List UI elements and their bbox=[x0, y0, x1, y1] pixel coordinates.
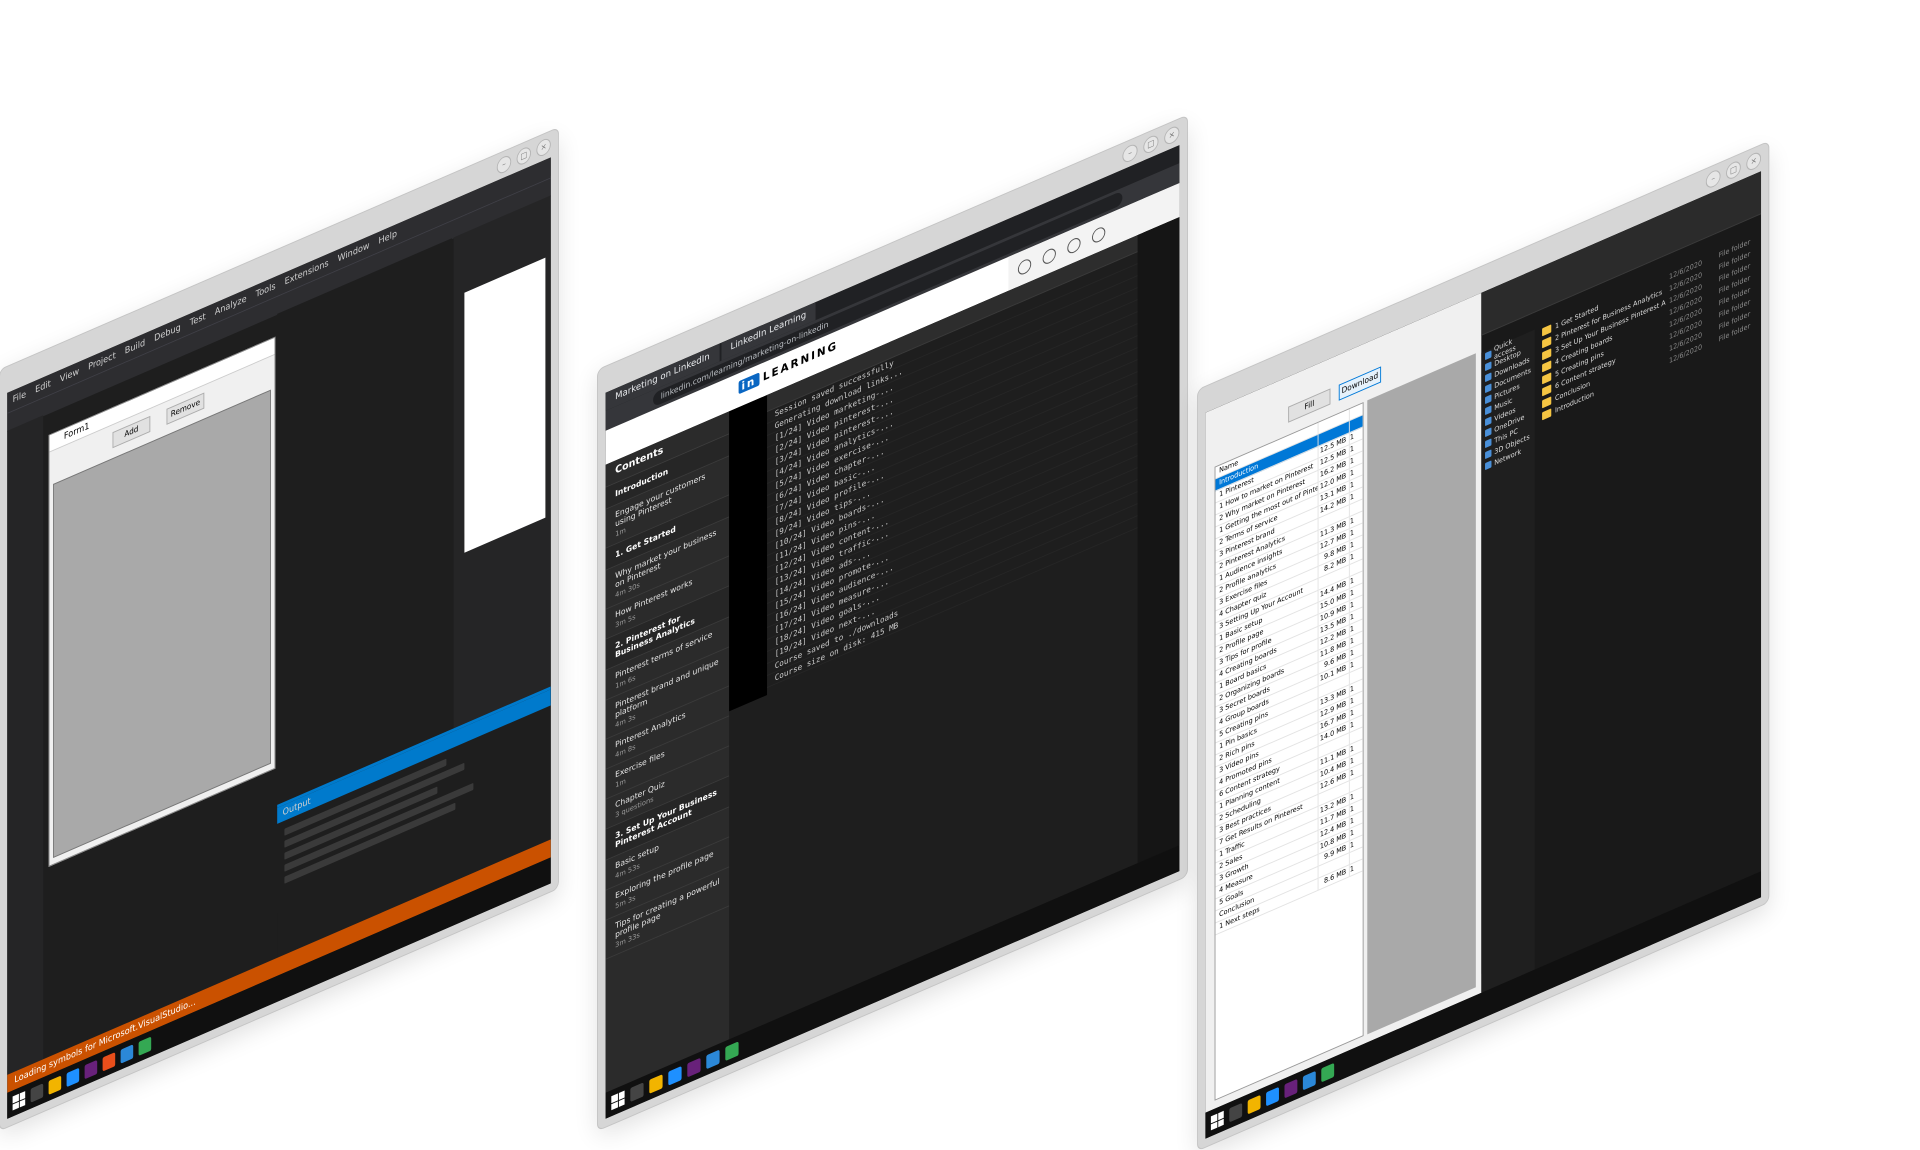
close-icon[interactable]: × bbox=[1164, 124, 1180, 147]
file-explorer-icon[interactable] bbox=[1247, 1094, 1261, 1115]
vscode-icon[interactable] bbox=[120, 1044, 134, 1064]
close-icon[interactable]: × bbox=[536, 136, 551, 159]
profile-icon[interactable] bbox=[1092, 225, 1106, 245]
settings-icon[interactable] bbox=[1067, 235, 1081, 256]
edge-icon[interactable] bbox=[66, 1067, 80, 1088]
search-icon[interactable] bbox=[1229, 1102, 1243, 1123]
visual-studio-icon[interactable] bbox=[1284, 1078, 1298, 1099]
side-panel bbox=[1137, 217, 1180, 864]
search-icon[interactable] bbox=[630, 1082, 644, 1103]
chrome-icon[interactable] bbox=[725, 1041, 739, 1062]
toolbox-panel bbox=[7, 415, 44, 1075]
library-icon[interactable] bbox=[1042, 246, 1056, 267]
vscode-icon[interactable] bbox=[1302, 1070, 1316, 1091]
preview-area bbox=[1367, 353, 1476, 1035]
form-canvas[interactable] bbox=[53, 389, 271, 858]
fill-button[interactable]: Fill bbox=[1288, 388, 1331, 423]
desktop-area: Fill Download Name Introduction 1 Pinteres… bbox=[1205, 171, 1762, 1139]
download-button[interactable]: Download bbox=[1338, 366, 1382, 401]
windows-start-icon[interactable] bbox=[611, 1090, 625, 1111]
windows-start-icon[interactable] bbox=[1210, 1110, 1224, 1131]
close-icon[interactable]: × bbox=[1746, 150, 1762, 173]
minimize-icon[interactable]: – bbox=[1122, 142, 1138, 165]
screen-browser: – □ × Marketing on LinkedIn LinkedIn Lea… bbox=[598, 115, 1187, 1131]
edge-icon[interactable] bbox=[1266, 1086, 1279, 1107]
windows-start-icon[interactable] bbox=[12, 1091, 26, 1111]
properties-panel bbox=[464, 257, 546, 553]
menu-item[interactable]: Edit bbox=[35, 379, 51, 396]
desktop-area: Marketing on LinkedIn LinkedIn Learning … bbox=[605, 145, 1180, 1119]
desktop-area: File Edit View Project Build Debug Test Analyze… bbox=[7, 157, 551, 1119]
visual-studio-icon[interactable] bbox=[84, 1059, 98, 1080]
course-contents-sidebar: Contents Introduction Engage your custome… bbox=[605, 411, 730, 1093]
vscode-icon[interactable] bbox=[706, 1049, 720, 1070]
logo-mark: in bbox=[738, 372, 760, 395]
folder-icon bbox=[1485, 460, 1492, 471]
form-title-text: Form1 bbox=[63, 421, 90, 443]
maximize-icon[interactable]: □ bbox=[1726, 159, 1741, 182]
menu-item[interactable]: File bbox=[13, 390, 27, 406]
screen-file-explorer: – □ × Fill Download Name Introduction 1 Pi… bbox=[1198, 142, 1769, 1150]
course-list: Introduction Engage your customers using … bbox=[605, 434, 730, 960]
folder-icon bbox=[1542, 408, 1552, 421]
search-icon[interactable] bbox=[30, 1083, 44, 1103]
home-icon[interactable] bbox=[1017, 257, 1032, 277]
folder-list: 1 Get Started 12/6/2020 File folder 2 Pinte… bbox=[1538, 231, 1761, 968]
course-table[interactable]: Name Introduction 1 Pinterest 12.5 MB 1 1 How… bbox=[1214, 402, 1364, 1101]
visual-studio-icon[interactable] bbox=[687, 1057, 701, 1078]
solution-explorer bbox=[453, 195, 551, 746]
chrome-icon[interactable] bbox=[138, 1036, 152, 1056]
video-player[interactable] bbox=[729, 395, 768, 712]
screen-visual-studio: – □ × File Edit View Project Build Debug Test A… bbox=[0, 128, 558, 1130]
file-explorer-icon[interactable] bbox=[48, 1075, 62, 1095]
downloader-window: Fill Download Name Introduction 1 Pinteres… bbox=[1205, 292, 1483, 1113]
form-designer-window[interactable]: Form1 Add Remove bbox=[48, 336, 276, 867]
maximize-icon[interactable]: □ bbox=[516, 144, 531, 168]
app-icon[interactable] bbox=[102, 1052, 116, 1072]
edge-icon[interactable] bbox=[668, 1065, 682, 1086]
navigation-pane: Quick access Desktop Downloads Documents Pic… bbox=[1481, 329, 1535, 993]
minimize-icon[interactable]: – bbox=[1705, 167, 1721, 191]
chrome-icon[interactable] bbox=[1321, 1062, 1335, 1083]
menu-item[interactable]: Test bbox=[190, 312, 206, 329]
maximize-icon[interactable]: □ bbox=[1143, 133, 1159, 156]
minimize-icon[interactable]: – bbox=[496, 153, 512, 176]
file-explorer-icon[interactable] bbox=[649, 1074, 663, 1094]
file-explorer-window: Quick access Desktop Downloads Documents Pic… bbox=[1481, 171, 1762, 993]
